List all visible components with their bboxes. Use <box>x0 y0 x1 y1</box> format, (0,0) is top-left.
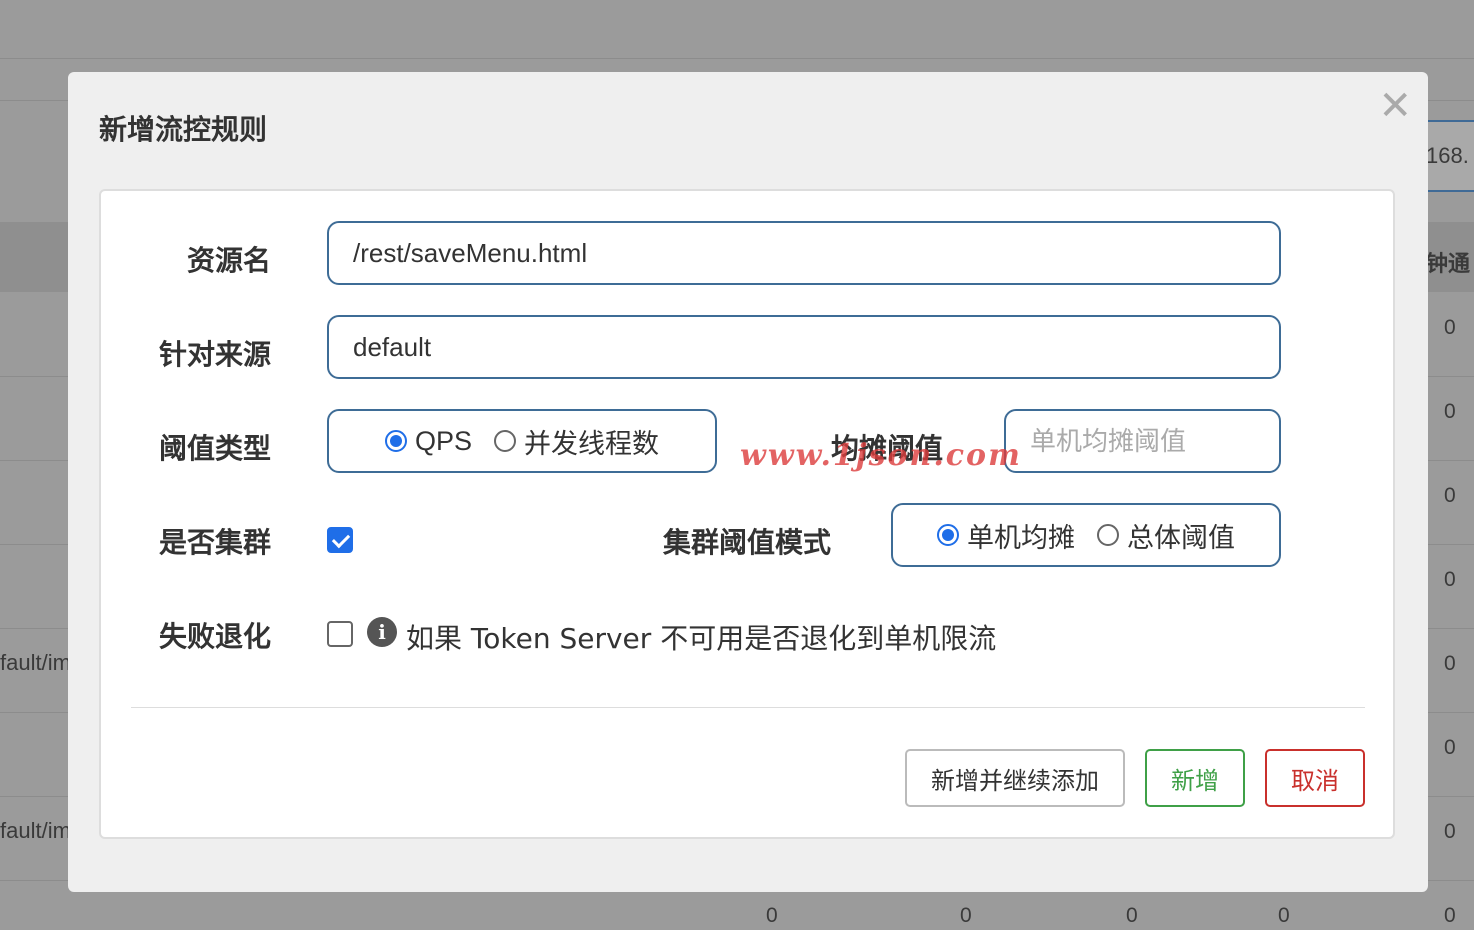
cluster-mode-label: 集群阈值模式 <box>662 526 831 559</box>
bg-cell-value: 0 <box>1444 568 1456 591</box>
bg-cell-value: 0 <box>960 904 972 927</box>
radio-unselected-icon[interactable] <box>1097 524 1119 546</box>
radio-label: QPS <box>414 425 473 456</box>
bg-cell-value: 0 <box>1444 652 1456 675</box>
threshold-type-radio-group: QPS 并发线程数 <box>327 409 717 473</box>
bg-cell-value: 0 <box>1444 484 1456 507</box>
bg-cell-value: 0 <box>1278 904 1290 927</box>
fallback-hint: 如果 Token Server 不可用是否退化到单机限流 <box>406 622 997 655</box>
threshold-type-thread-option[interactable]: 并发线程数 <box>494 422 659 461</box>
cancel-button[interactable]: 取消 <box>1265 749 1365 807</box>
origin-field[interactable] <box>327 315 1281 379</box>
avg-threshold-input[interactable] <box>1006 411 1279 471</box>
cluster-label: 是否集群 <box>158 526 271 559</box>
add-and-continue-button[interactable]: 新增并继续添加 <box>905 749 1125 807</box>
add-flow-rule-dialog: 新增流控规则 ✕ 资源名 针对来源 阈值类型 QPS 并发线程数 均摊阈值 <box>68 72 1428 892</box>
bg-cell-value: 0 <box>1444 400 1456 423</box>
info-icon: i <box>367 617 397 647</box>
radio-selected-icon[interactable] <box>937 524 959 546</box>
dialog-title: 新增流控规则 <box>99 113 268 146</box>
bg-cell-value: 0 <box>1444 316 1456 339</box>
bg-ip-fragment: 168. <box>1426 143 1469 168</box>
bg-cell-value: 0 <box>1126 904 1138 927</box>
add-button[interactable]: 新增 <box>1145 749 1245 807</box>
cluster-mode-radio-group: 单机均摊 总体阈值 <box>891 503 1281 567</box>
radio-label: 并发线程数 <box>524 428 660 459</box>
footer-divider <box>131 707 1365 708</box>
cluster-mode-avg-option[interactable]: 单机均摊 <box>937 516 1075 555</box>
close-icon[interactable]: ✕ <box>1378 86 1412 126</box>
threshold-type-label: 阈值类型 <box>158 432 271 465</box>
cluster-checkbox[interactable] <box>327 527 353 553</box>
bg-cell-value: 0 <box>1444 820 1456 843</box>
radio-unselected-icon[interactable] <box>494 430 517 452</box>
origin-input[interactable] <box>329 317 1279 377</box>
radio-label: 单机均摊 <box>967 522 1075 553</box>
bg-header-fragment: 钟通 <box>1426 251 1471 276</box>
cluster-mode-global-option[interactable]: 总体阈值 <box>1097 516 1235 555</box>
radio-selected-icon[interactable] <box>384 430 407 452</box>
resource-field[interactable] <box>327 221 1281 285</box>
origin-label: 针对来源 <box>158 338 271 371</box>
fallback-checkbox[interactable] <box>327 621 353 647</box>
resource-label: 资源名 <box>186 244 271 277</box>
avg-threshold-field[interactable] <box>1004 409 1281 473</box>
bg-cell-value: 0 <box>766 904 778 927</box>
radio-label: 总体阈值 <box>1127 522 1235 553</box>
bg-path-fragment: fault/im <box>0 818 71 843</box>
bg-path-fragment: fault/im <box>0 650 71 675</box>
threshold-type-qps-option[interactable]: QPS <box>384 425 473 457</box>
resource-input[interactable] <box>329 223 1279 283</box>
bg-cell-value: 0 <box>1444 904 1456 927</box>
fallback-label: 失败退化 <box>158 620 271 653</box>
bg-divider <box>0 58 1474 59</box>
form-panel: 资源名 针对来源 阈值类型 QPS 并发线程数 均摊阈值 是否集群 <box>99 189 1395 839</box>
bg-cell-value: 0 <box>1444 736 1456 759</box>
watermark: www.1json.com <box>740 438 1022 473</box>
